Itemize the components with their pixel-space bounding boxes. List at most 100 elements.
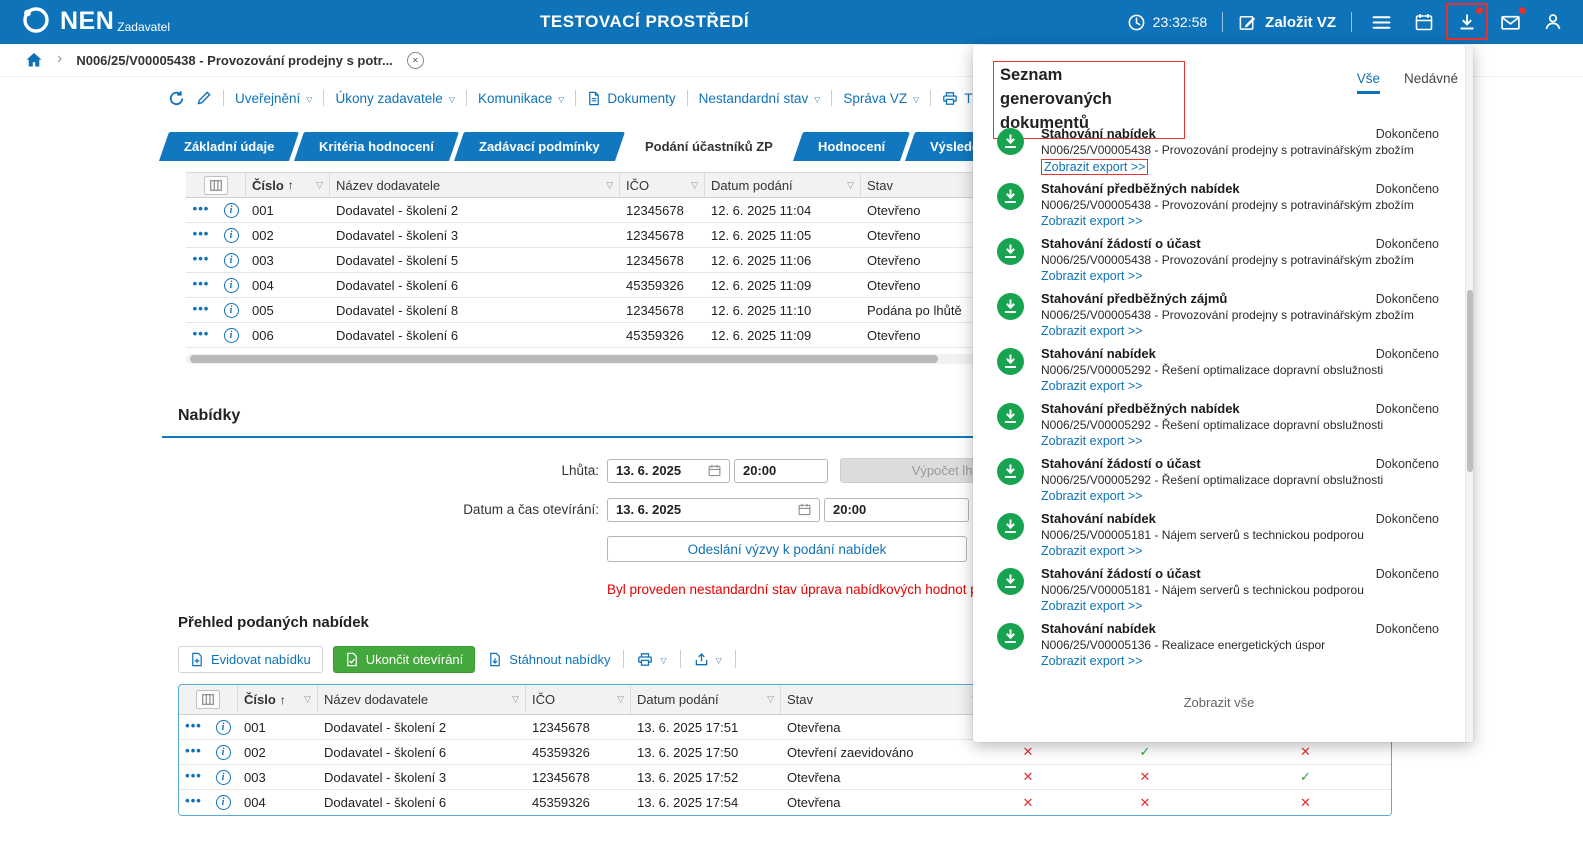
notification-item[interactable]: Stahování nabídek Dokončeno N006/25/V000… [973,342,1465,397]
edit-record-icon[interactable] [196,90,212,106]
toolbar-item-ukony-zadavatele[interactable]: Úkony zadavatele▽ [335,91,454,106]
row-actions-icon[interactable]: ••• [193,251,210,266]
table-options-icon[interactable] [204,176,228,195]
notification-item[interactable]: Stahování žádostí o účast Dokončeno N006… [973,232,1465,287]
info-icon[interactable]: i [224,228,239,243]
column-header-cislo[interactable]: Číslo↑▽ [246,173,330,197]
info-icon[interactable]: i [224,203,239,218]
deadline-date-input[interactable]: 13. 6. 2025 [607,459,730,483]
filter-icon[interactable]: ▽ [296,694,311,705]
ukoncit-otevirani-button[interactable]: Ukončit otevírání [333,646,476,673]
info-icon[interactable]: i [224,303,239,318]
show-export-link[interactable]: Zobrazit export >> [1041,489,1142,503]
toolbar-item-dokumenty[interactable]: Dokumenty [587,91,675,106]
opening-time-input[interactable]: 20:00 [824,498,969,522]
row-actions-icon[interactable]: ••• [193,326,210,341]
table-options-icon[interactable] [196,690,220,709]
stahnout-nabidky-button[interactable]: Stáhnout nabídky [485,652,613,667]
column-header-datum-podani[interactable]: Datum podání▽ [631,685,781,714]
notification-item[interactable]: Stahování předběžných nabídek Dokončeno … [973,177,1465,232]
column-header-cislo[interactable]: Číslo↑▽ [238,685,318,714]
notification-item[interactable]: Stahování nabídek Dokončeno N006/25/V000… [973,617,1465,672]
toolbar-item-nestandardni-stav[interactable]: Nestandardní stav▽ [699,91,821,106]
refresh-icon[interactable] [168,90,185,107]
table-row[interactable]: ••• i 002 Dodavatel - školení 6 45359326… [179,740,1391,765]
row-actions-icon[interactable]: ••• [193,201,210,216]
nen-home-link[interactable]: NEN Zadavatel [0,4,170,41]
column-header-stav[interactable]: Stav▽ [781,685,986,714]
row-actions-icon[interactable]: ••• [193,301,210,316]
opening-date-input[interactable]: 13. 6. 2025 [607,498,820,522]
table-row[interactable]: ••• i 003 Dodavatel - školení 3 12345678… [179,765,1391,790]
export-menu-button[interactable]: ▽ [691,652,725,667]
scrollbar-thumb[interactable] [1467,290,1473,472]
notification-item[interactable]: Stahování nabídek Dokončeno N006/25/V000… [973,507,1465,562]
info-icon[interactable]: i [216,745,231,760]
notification-item[interactable]: Stahování žádostí o účast Dokončeno N006… [973,562,1465,617]
show-export-link[interactable]: Zobrazit export >> [1041,379,1142,393]
notification-item[interactable]: Stahování nabídek Dokončeno N006/25/V000… [973,122,1465,177]
info-icon[interactable]: i [216,720,231,735]
menu-button[interactable] [1367,8,1395,36]
filter-icon[interactable]: ▽ [308,180,323,191]
info-icon[interactable]: i [224,328,239,343]
show-export-link[interactable]: Zobrazit export >> [1041,269,1142,283]
show-export-link[interactable]: Zobrazit export >> [1041,544,1142,558]
calendar-icon[interactable] [700,464,721,477]
print-menu-button[interactable]: ▽ [634,652,669,667]
calendar-icon[interactable] [790,503,811,516]
scrollbar-thumb[interactable] [190,355,938,363]
info-icon[interactable]: i [216,770,231,785]
profile-button[interactable] [1539,8,1567,36]
tab[interactable]: Kritéria hodnocení [294,132,459,161]
row-actions-icon[interactable]: ••• [193,276,210,291]
show-export-link[interactable]: Zobrazit export >> [1041,434,1142,448]
column-header-nazev-dodavatele[interactable]: Název dodavatele▽ [330,173,620,197]
show-export-link[interactable]: Zobrazit export >> [1041,324,1142,338]
column-header-ico[interactable]: IČO▽ [526,685,631,714]
show-export-link[interactable]: Zobrazit export >> [1041,599,1142,613]
tab[interactable]: Zadávací podmínky [454,132,625,161]
column-header-ico[interactable]: IČO▽ [620,173,705,197]
info-icon[interactable]: i [224,278,239,293]
home-icon[interactable] [25,51,43,69]
show-export-link[interactable]: Zobrazit export >> [1041,214,1142,228]
table-row[interactable]: ••• i 004 Dodavatel - školení 6 45359326… [179,790,1391,815]
deadline-time-input[interactable]: 20:00 [734,459,828,483]
show-all-link[interactable]: Zobrazit vše [973,695,1465,710]
row-actions-icon[interactable]: ••• [193,226,210,241]
tab[interactable]: Základní údaje [159,132,299,161]
column-header-nazev-dodavatele[interactable]: Název dodavatele▽ [318,685,526,714]
send-invite-button[interactable]: Odeslání výzvy k podání nabídek [607,536,967,562]
row-actions-icon[interactable]: ••• [185,718,202,733]
messages-button[interactable] [1496,8,1524,36]
column-header-datum-podani[interactable]: Datum podání▽ [705,173,861,197]
notification-item[interactable]: Stahování předběžných zájmů Dokončeno N0… [973,287,1465,342]
show-export-link[interactable]: Zobrazit export >> [1041,159,1148,175]
row-actions-icon[interactable]: ••• [185,793,202,808]
tab[interactable]: Hodnocení [793,132,910,161]
tab-vse[interactable]: Vše [1357,71,1380,94]
create-vz-button[interactable]: Založit VZ [1238,13,1336,32]
generated-documents-button[interactable] [1453,8,1481,36]
info-icon[interactable]: i [216,795,231,810]
row-actions-icon[interactable]: ••• [185,743,202,758]
filter-icon[interactable]: ▽ [504,694,519,705]
breadcrumb-record[interactable]: N006/25/V00005438 - Provozování prodejny… [76,53,392,68]
filter-icon[interactable]: ▽ [598,180,613,191]
filter-icon[interactable]: ▽ [839,180,854,191]
tab[interactable]: Podání účastníků ZP [620,132,798,161]
popup-scrollbar[interactable] [1465,45,1473,742]
toolbar-item-sprava-vz[interactable]: Správa VZ▽ [843,91,919,106]
info-icon[interactable]: i [224,253,239,268]
filter-icon[interactable]: ▽ [759,694,774,705]
filter-icon[interactable]: ▽ [609,694,624,705]
notification-item[interactable]: Stahování předběžných nabídek Dokončeno … [973,397,1465,452]
tab-nedavne[interactable]: Nedávné [1404,71,1458,86]
close-record-icon[interactable]: ✕ [407,52,424,69]
show-export-link[interactable]: Zobrazit export >> [1041,654,1142,668]
evidovat-nabidku-button[interactable]: Evidovat nabídku [178,646,323,673]
filter-icon[interactable]: ▽ [683,180,698,191]
notification-item[interactable]: Stahování žádostí o účast Dokončeno N006… [973,452,1465,507]
row-actions-icon[interactable]: ••• [185,768,202,783]
